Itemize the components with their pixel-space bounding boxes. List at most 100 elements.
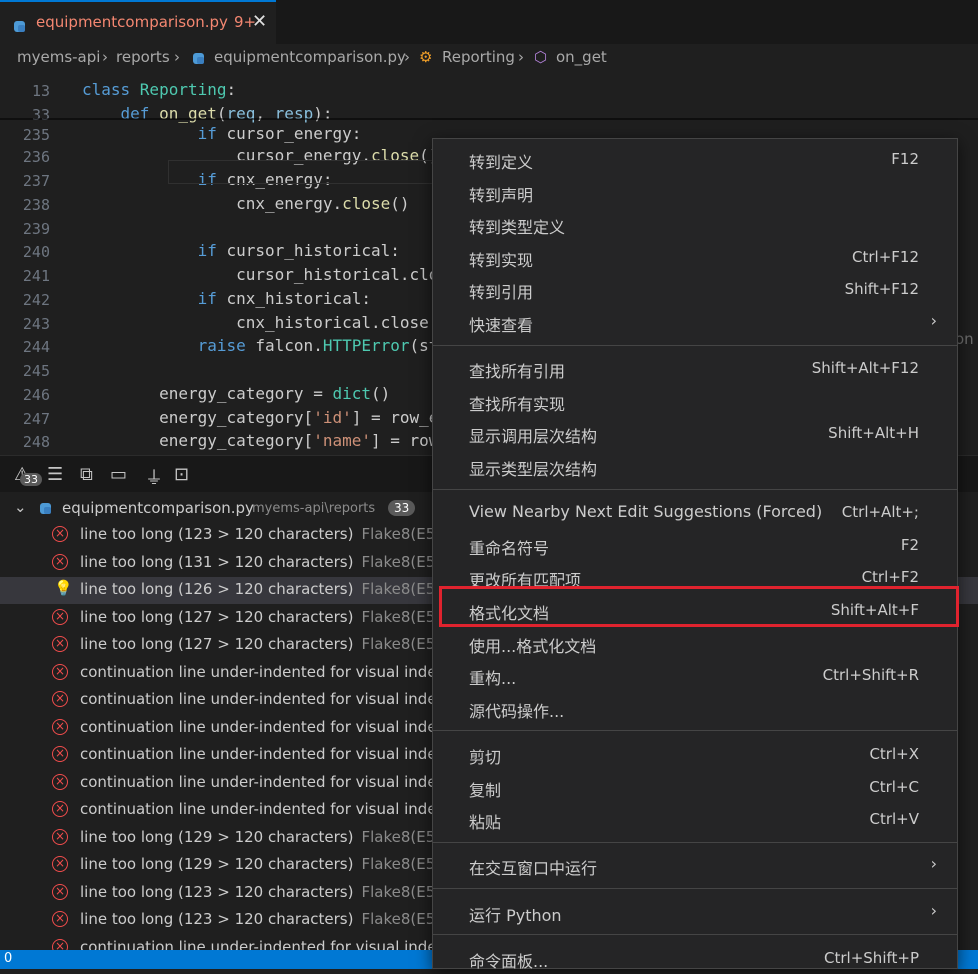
- menu-item[interactable]: 重命名符号 F2: [433, 529, 957, 561]
- code-token: if: [197, 241, 227, 260]
- menu-item[interactable]: 运行 Python ›: [433, 896, 957, 928]
- line-number: 236: [22, 148, 50, 166]
- problem-text: continuation line under-indented for vis…: [80, 745, 452, 763]
- menu-item[interactable]: 快速查看 ›: [433, 306, 957, 338]
- code-token: ,: [255, 104, 275, 123]
- menu-item-label: 转到类型定义: [469, 218, 566, 238]
- chevron-right-icon: ›: [930, 311, 937, 330]
- problem-text: continuation line under-indented for vis…: [80, 662, 452, 681]
- comments-icon[interactable]: ⊡: [174, 464, 189, 485]
- python-file-icon: [193, 53, 204, 64]
- menu-item[interactable]: 使用...格式化文档: [433, 627, 957, 659]
- tab-title: equipmentcomparison.py: [36, 13, 228, 31]
- menu-item-label: 复制: [469, 780, 502, 800]
- output-icon[interactable]: ☰: [47, 464, 63, 485]
- problem-text: line too long (127 > 120 characters): [80, 635, 354, 653]
- lightbulb-icon[interactable]: 💡: [54, 579, 73, 597]
- group-file-path: myems-api\reports: [252, 501, 376, 516]
- chevron-right-icon: ›: [404, 48, 410, 66]
- menu-item[interactable]: 重构... Ctrl+Shift+R: [433, 659, 957, 691]
- code-line: cnx_energy.close(): [82, 194, 409, 213]
- error-icon: ×: [52, 746, 68, 762]
- menu-item-shortcut: Ctrl+X: [869, 745, 919, 763]
- problem-message: continuation line under-indented for vis…: [80, 773, 452, 791]
- menu-separator: [433, 888, 957, 889]
- menu-item[interactable]: 粘贴 Ctrl+V: [433, 803, 957, 835]
- error-icon: ×: [52, 856, 68, 872]
- problem-message: line too long (131 > 120 characters) Flak…: [80, 553, 460, 571]
- error-icon: ×: [52, 663, 68, 680]
- menu-item[interactable]: 查找所有实现: [433, 385, 957, 417]
- error-icon: ×: [52, 773, 68, 790]
- problem-message: continuation line under-indented for vis…: [80, 690, 452, 708]
- menu-item-label: 查找所有实现: [469, 394, 566, 414]
- error-icon: ×: [52, 828, 68, 845]
- code-token: cursor_energy:: [226, 124, 362, 143]
- close-icon[interactable]: ✕: [252, 11, 267, 32]
- code-token: 'id': [313, 408, 352, 427]
- menu-separator: [433, 841, 957, 843]
- line-number: 248: [22, 433, 50, 451]
- ports-icon[interactable]: ⏚: [145, 464, 163, 490]
- chevron-right-icon: ›: [930, 900, 937, 920]
- tab-equipmentcomparison[interactable]: equipmentcomparison.py 9+ ✕: [0, 0, 276, 44]
- code-token: cnx_historical:: [226, 289, 372, 308]
- sticky-scroll-shadow: [0, 118, 978, 120]
- tab-bar: equipmentcomparison.py 9+ ✕: [0, 0, 978, 44]
- code-token: falcon.: [255, 336, 323, 355]
- menu-item-shortcut: Ctrl+Shift+R: [822, 666, 919, 685]
- debug-console-icon[interactable]: ⧉: [80, 464, 93, 485]
- line-number: 238: [22, 196, 50, 214]
- menu-item[interactable]: 转到类型定义: [433, 208, 957, 240]
- menu-item-label: 在交互窗口中运行: [469, 859, 598, 879]
- problem-message: line too long (123 > 120 characters) Flak…: [80, 883, 460, 901]
- menu-separator: [433, 344, 957, 346]
- menu-item-label: View Nearby Next Edit Suggestions (Force…: [469, 502, 823, 522]
- menu-separator: [433, 730, 957, 732]
- breadcrumb-method[interactable]: on_get: [556, 48, 607, 66]
- menu-item[interactable]: 转到声明: [433, 176, 957, 208]
- chevron-right-icon: ›: [930, 854, 937, 874]
- status-left[interactable]: 0: [4, 951, 12, 966]
- breadcrumb-root[interactable]: myems-api: [17, 48, 100, 66]
- problem-text: line too long (126 > 120 characters): [80, 580, 354, 598]
- code-token: Reporting: [139, 80, 227, 99]
- problems-count-badge: 33: [20, 473, 42, 486]
- menu-item-label: 快速查看: [469, 316, 534, 335]
- terminal-icon[interactable]: ▭: [110, 464, 127, 485]
- menu-item-label: 剪切: [469, 748, 502, 767]
- chevron-right-icon: ›: [174, 48, 180, 66]
- menu-item[interactable]: 显示类型层次结构: [433, 450, 957, 482]
- menu-item[interactable]: 剪切 Ctrl+X: [433, 738, 957, 770]
- breadcrumb-folder[interactable]: reports: [116, 48, 170, 66]
- menu-item[interactable]: 源代码操作...: [433, 692, 957, 724]
- menu-item[interactable]: 显示调用层次结构 Shift+Alt+H: [433, 417, 957, 449]
- code-line: class Reporting:: [82, 80, 236, 99]
- menu-item-label: 显示调用层次结构: [469, 427, 598, 447]
- code-token: class: [82, 80, 140, 99]
- menu-item-shortcut: Ctrl+Shift+P: [824, 948, 919, 967]
- menu-item-shortcut: Ctrl+F12: [852, 247, 919, 266]
- menu-item[interactable]: 复制 Ctrl+C: [433, 771, 957, 803]
- group-count-badge: 33: [388, 500, 416, 516]
- breadcrumb-file[interactable]: equipmentcomparison.py: [214, 48, 406, 66]
- menu-item[interactable]: 转到实现 Ctrl+F12: [433, 241, 957, 273]
- problem-text: line too long (129 > 120 characters): [80, 855, 354, 873]
- line-number: 240: [22, 243, 50, 261]
- menu-item-label: 源代码操作...: [469, 701, 565, 721]
- menu-item-shortcut: Shift+F12: [844, 280, 919, 299]
- menu-item-shortcut: F12: [891, 150, 919, 168]
- menu-item[interactable]: View Nearby Next Edit Suggestions (Force…: [433, 496, 957, 528]
- menu-item[interactable]: 转到定义 F12: [433, 143, 957, 175]
- problem-message: continuation line under-indented for vis…: [80, 718, 452, 736]
- code-line: def on_get(req, resp):: [82, 104, 333, 123]
- menu-item[interactable]: 转到引用 Shift+F12: [433, 273, 957, 305]
- menu-item[interactable]: 在交互窗口中运行 ›: [433, 849, 957, 881]
- problem-text: line too long (123 > 120 characters): [80, 882, 354, 901]
- problem-message: line too long (129 > 120 characters) Flak…: [80, 855, 460, 873]
- breadcrumb-class[interactable]: Reporting: [442, 48, 515, 66]
- menu-item[interactable]: 查找所有引用 Shift+Alt+F12: [433, 352, 957, 384]
- error-icon: ×: [52, 526, 68, 542]
